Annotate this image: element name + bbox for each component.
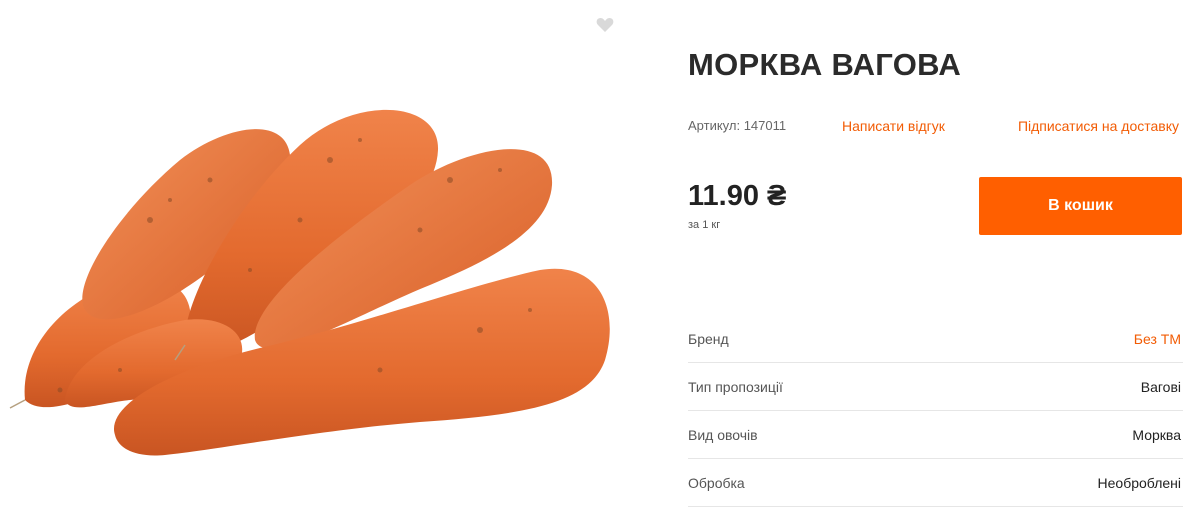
- spec-value-brand-link[interactable]: Без ТМ: [1134, 331, 1181, 347]
- spec-value: Морква: [1132, 427, 1181, 443]
- price-unit: за 1 кг: [688, 219, 721, 231]
- spec-key: Бренд: [688, 331, 729, 347]
- spec-key: Обробка: [688, 475, 745, 491]
- price: 11.90 ₴: [688, 180, 787, 212]
- spec-key: Тип пропозиції: [688, 379, 783, 395]
- product-info: МОРКВА ВАГОВА Артикул: 147011 Написати в…: [688, 0, 1183, 516]
- spec-value: Вагові: [1140, 379, 1181, 395]
- write-review-link[interactable]: Написати відгук: [842, 118, 945, 134]
- spec-row-offer-type: Тип пропозиції Вагові: [688, 363, 1183, 411]
- spec-row-brand: Бренд Без ТМ: [688, 315, 1183, 363]
- product-gallery: [0, 0, 640, 516]
- sku-label: Артикул: 147011: [688, 118, 787, 133]
- add-to-cart-button[interactable]: В кошик: [979, 177, 1182, 235]
- subscribe-delivery-link[interactable]: Підписатися на доставку: [1018, 118, 1179, 134]
- product-title: МОРКВА ВАГОВА: [688, 47, 962, 82]
- spec-row-processing: Обробка Необроблені: [688, 459, 1183, 507]
- spec-row-vegetable-kind: Вид овочів Морква: [688, 411, 1183, 459]
- spec-key: Вид овочів: [688, 427, 758, 443]
- spec-value: Необроблені: [1097, 475, 1181, 491]
- heart-icon[interactable]: [595, 15, 615, 35]
- specs-table: Бренд Без ТМ Тип пропозиції Вагові Вид о…: [688, 315, 1183, 507]
- carrots-image[interactable]: [0, 70, 640, 460]
- product-meta: Артикул: 147011 Написати відгук Підписат…: [688, 118, 1183, 136]
